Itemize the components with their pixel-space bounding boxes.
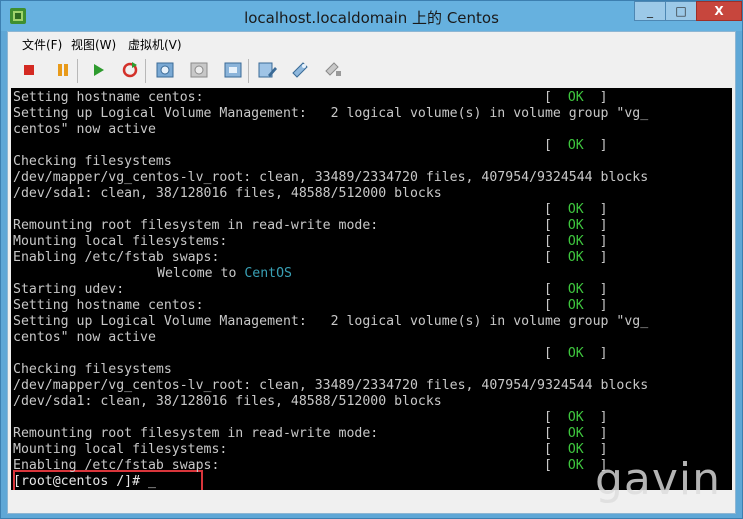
- title-bar[interactable]: localhost.localdomain 上的 Centos _ □ X: [1, 1, 742, 31]
- status-bracket-left: [: [544, 202, 568, 217]
- console-line: Enabling /etc/fstab swaps:: [13, 250, 220, 265]
- welcome-text: Welcome to: [157, 266, 245, 281]
- shell-prompt[interactable]: [root@centos /]# _: [13, 474, 156, 490]
- pause-icon[interactable]: [52, 59, 74, 81]
- toolbar-separator: [145, 59, 146, 83]
- window-title: localhost.localdomain 上的 Centos: [244, 9, 499, 27]
- status-bracket-right: ]: [583, 234, 608, 249]
- status-bracket-left: [: [544, 138, 568, 153]
- status-ok: [ OK ]: [544, 218, 608, 234]
- vm-console-window: localhost.localdomain 上的 Centos _ □ X 文件…: [0, 0, 743, 519]
- status-ok: [ OK ]: [544, 298, 608, 314]
- stop-icon[interactable]: [18, 59, 40, 81]
- status-bracket-left: [: [544, 90, 568, 105]
- console-line: Setting up Logical Volume Management: 2 …: [13, 106, 649, 121]
- status-ok: [ OK ]: [544, 250, 608, 266]
- status-bracket-left: [: [544, 410, 568, 425]
- console-line: Remounting root filesystem in read-write…: [13, 426, 379, 441]
- console-line: /dev/mapper/vg_centos-lv_root: clean, 33…: [13, 170, 649, 185]
- console-line: /dev/mapper/vg_centos-lv_root: clean, 33…: [13, 378, 649, 393]
- status-ok-word: OK: [567, 442, 584, 457]
- toolbar: [8, 56, 735, 86]
- status-ok-word: OK: [567, 410, 584, 425]
- status-bracket-right: ]: [583, 298, 608, 313]
- status-bracket-left: [: [544, 234, 568, 249]
- console-line: Checking filesystems: [13, 362, 172, 377]
- status-ok-word: OK: [567, 218, 584, 233]
- status-ok-word: OK: [567, 282, 584, 297]
- minimize-button[interactable]: _: [634, 1, 666, 21]
- status-bracket-left: [: [544, 218, 568, 233]
- status-ok-word: OK: [567, 234, 584, 249]
- status-ok-word: OK: [567, 346, 584, 361]
- console-line: Checking filesystems: [13, 154, 172, 169]
- centos-brand-text: CentOS: [244, 266, 292, 281]
- menu-view[interactable]: 视图(W): [71, 36, 116, 53]
- console-line: /dev/sda1: clean, 38/128016 files, 48588…: [13, 186, 442, 201]
- vm-console-screen[interactable]: [root@centos /]# _ Setting hostname cent…: [11, 88, 732, 490]
- status-ok: [ OK ]: [544, 138, 608, 154]
- menu-vm[interactable]: 虚拟机(V): [128, 36, 182, 53]
- console-line: Welcome to CentOS: [157, 266, 292, 282]
- status-ok-word: OK: [567, 138, 584, 153]
- status-bracket-right: ]: [583, 426, 608, 441]
- status-ok: [ OK ]: [544, 234, 608, 250]
- status-ok-word: OK: [567, 298, 584, 313]
- console-line: Setting hostname centos:: [13, 90, 204, 105]
- console-line: Remounting root filesystem in read-write…: [13, 218, 379, 233]
- install-tools-icon[interactable]: [289, 59, 311, 81]
- status-ok: [ OK ]: [544, 202, 608, 218]
- status-ok-word: OK: [567, 426, 584, 441]
- status-ok: [ OK ]: [544, 410, 608, 426]
- toolbar-separator: [248, 59, 249, 83]
- status-ok-word: OK: [567, 202, 584, 217]
- status-bracket-right: ]: [583, 410, 608, 425]
- status-bracket-left: [: [544, 346, 568, 361]
- status-bracket-left: [: [544, 250, 568, 265]
- play-icon[interactable]: [87, 59, 109, 81]
- status-bracket-left: [: [544, 282, 568, 297]
- console-line: Enabling /etc/fstab swaps:: [13, 458, 220, 473]
- status-bracket-right: ]: [583, 218, 608, 233]
- status-bracket-right: ]: [583, 138, 608, 153]
- console-line: Setting up Logical Volume Management: 2 …: [13, 314, 649, 329]
- status-bracket-left: [: [544, 298, 568, 313]
- maximize-button[interactable]: □: [665, 1, 697, 21]
- console-line: Setting hostname centos:: [13, 298, 204, 313]
- status-bracket-right: ]: [583, 250, 608, 265]
- console-line: centos" now active: [13, 330, 156, 345]
- status-ok-word: OK: [567, 250, 584, 265]
- status-ok: [ OK ]: [544, 426, 608, 442]
- status-bracket-right: ]: [583, 346, 608, 361]
- status-ok-word: OK: [567, 458, 584, 473]
- reset-icon[interactable]: [119, 59, 141, 81]
- snapshot-icon[interactable]: [154, 59, 176, 81]
- watermark-text: gavin: [594, 454, 721, 505]
- console-line: Mounting local filesystems:: [13, 442, 228, 457]
- close-button[interactable]: X: [696, 1, 742, 21]
- client-area: 文件(F) 视图(W) 虚拟机(V) [root@centos /]# _ Se…: [7, 31, 736, 514]
- status-bracket-right: ]: [583, 202, 608, 217]
- status-bracket-right: ]: [583, 282, 608, 297]
- status-bracket-left: [: [544, 458, 568, 473]
- edit-settings-icon[interactable]: [256, 59, 278, 81]
- status-ok: [ OK ]: [544, 282, 608, 298]
- console-line: /dev/sda1: clean, 38/128016 files, 48588…: [13, 394, 442, 409]
- status-ok: [ OK ]: [544, 346, 608, 362]
- console-line: centos" now active: [13, 122, 156, 137]
- menu-bar: 文件(F) 视图(W) 虚拟机(V): [8, 32, 735, 54]
- revert-snapshot-icon[interactable]: [188, 59, 210, 81]
- status-bracket-left: [: [544, 426, 568, 441]
- status-bracket-left: [: [544, 442, 568, 457]
- console-line: Starting udev:: [13, 282, 125, 297]
- connect-device-icon[interactable]: [322, 59, 344, 81]
- menu-file[interactable]: 文件(F): [22, 36, 62, 53]
- status-ok: [ OK ]: [544, 90, 608, 106]
- toolbar-separator: [77, 59, 78, 83]
- console-line: Mounting local filesystems:: [13, 234, 228, 249]
- status-ok-word: OK: [567, 90, 584, 105]
- manage-snapshots-icon[interactable]: [222, 59, 244, 81]
- status-bracket-right: ]: [583, 90, 608, 105]
